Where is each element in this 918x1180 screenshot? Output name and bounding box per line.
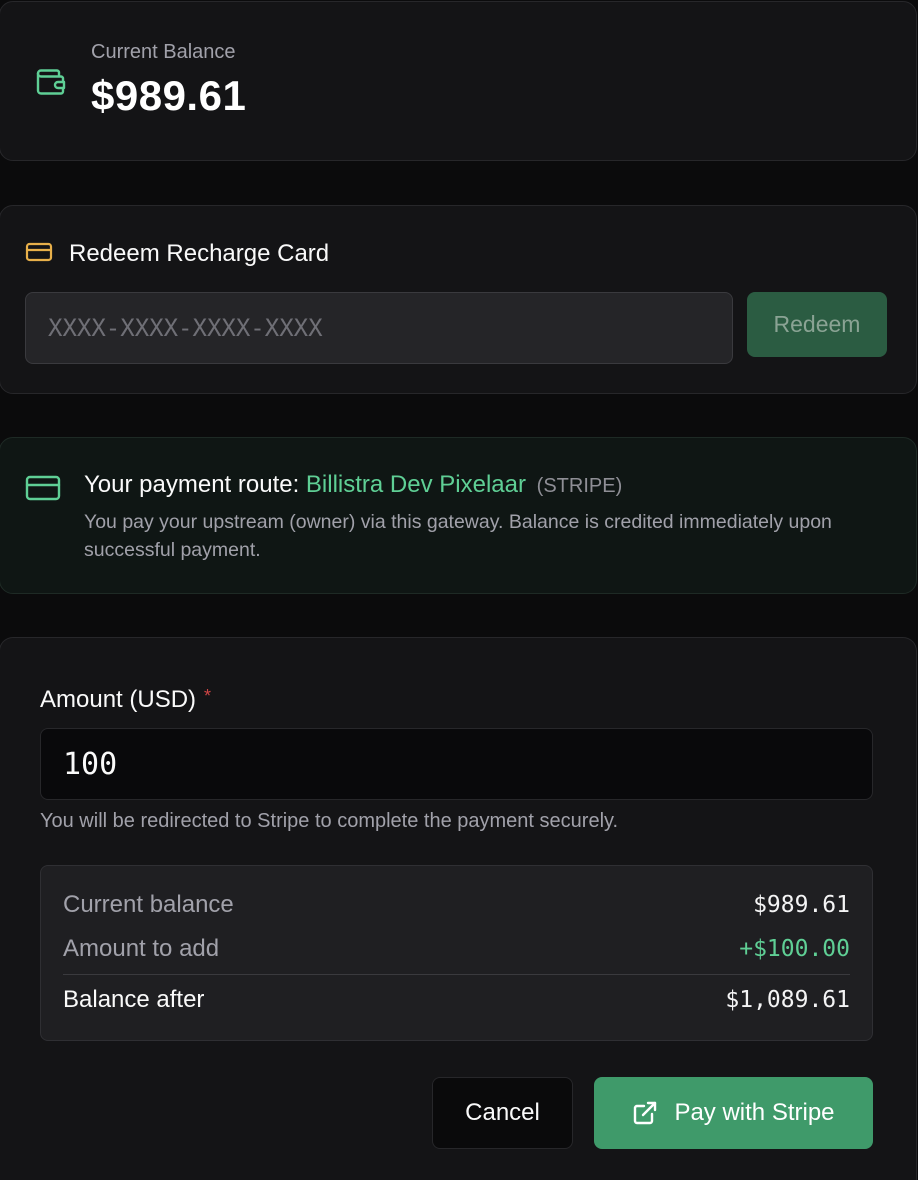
credit-card-icon	[25, 242, 53, 262]
payment-route-title: Your payment route: Billistra Dev Pixela…	[84, 471, 622, 499]
balance-after-label: Balance after	[63, 986, 205, 1013]
balance-value: $989.61	[91, 72, 247, 119]
amount-input[interactable]	[40, 728, 873, 800]
pay-with-stripe-label: Pay with Stripe	[674, 1099, 835, 1126]
credit-card-icon	[25, 475, 61, 501]
cancel-button[interactable]: Cancel	[432, 1077, 573, 1149]
redeem-title: Redeem Recharge Card	[69, 240, 330, 267]
balance-label: Current Balance	[91, 41, 236, 63]
current-balance-label: Current balance	[63, 891, 234, 918]
amount-label: Amount (USD) *	[40, 686, 211, 714]
amount-to-add-label: Amount to add	[63, 935, 220, 962]
recharge-page: Current Balance $989.61 Redeem Recharge …	[0, 0, 918, 1180]
amount-to-add-value: +$100.00	[739, 936, 850, 962]
balance-summary: Current balance $989.61 Amount to add +$…	[40, 865, 873, 1041]
route-prefix: Your payment route:	[84, 471, 300, 498]
recharge-code-input[interactable]	[25, 292, 733, 364]
redeem-button[interactable]: Redeem	[747, 292, 887, 357]
summary-row-add: Amount to add +$100.00	[63, 932, 850, 966]
gateway-name: Billistra Dev Pixelaar	[305, 471, 526, 498]
pay-with-stripe-button[interactable]: Pay with Stripe	[594, 1077, 873, 1149]
amount-label-text: Amount (USD)	[40, 686, 197, 713]
summary-row-after: Balance after $1,089.61	[63, 983, 850, 1017]
current-balance-value: $989.61	[753, 892, 850, 918]
external-link-icon	[634, 1101, 657, 1125]
amount-help-text: You will be redirected to Stripe to comp…	[40, 810, 619, 832]
gateway-type: (STRIPE)	[536, 475, 623, 497]
summary-row-current: Current balance $989.61	[63, 888, 850, 922]
balance-after-value: $1,089.61	[725, 987, 850, 1013]
summary-divider	[63, 974, 850, 975]
route-description: You pay your upstream (owner) via this g…	[84, 511, 832, 561]
wallet-icon	[36, 69, 66, 95]
required-mark: *	[204, 686, 212, 706]
